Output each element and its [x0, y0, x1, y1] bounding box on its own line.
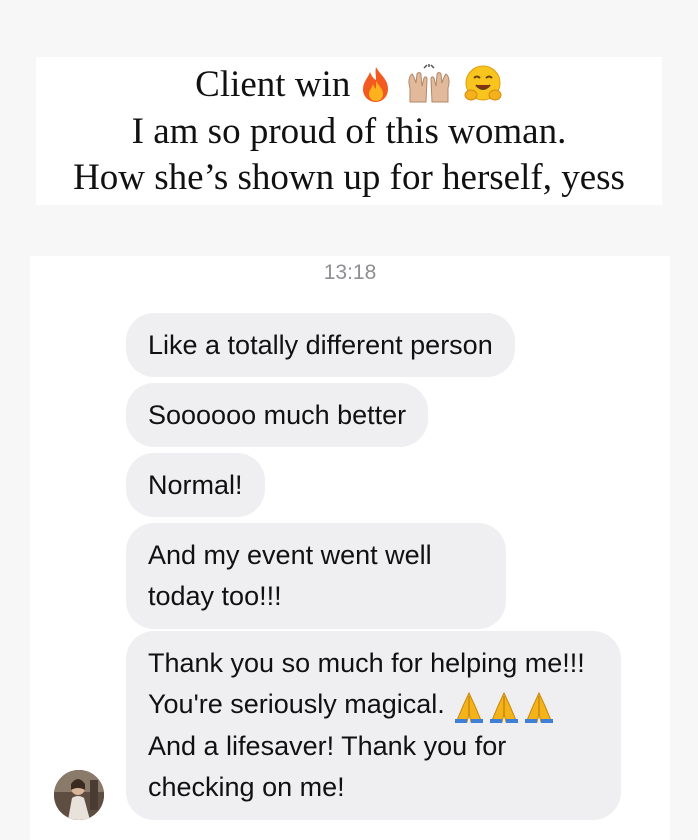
- fire-icon: [363, 67, 389, 103]
- caption-line-2: I am so proud of this woman.: [131, 111, 567, 152]
- caption-line-1: Client win: [36, 63, 662, 108]
- message-text-continued: And a lifesaver! Thank you for checking …: [148, 731, 507, 803]
- folded-hands-icon: [525, 692, 554, 724]
- raised-hands-icon: [408, 64, 450, 103]
- caption-line-3: How she’s shown up for herself, yess: [73, 157, 625, 198]
- folded-hands-emojis: [452, 685, 557, 726]
- message-bubble: Soooooo much better: [126, 383, 429, 447]
- caption-emojis: [358, 63, 503, 105]
- hugging-face-icon: [464, 65, 502, 101]
- folded-hands-icon: [455, 692, 484, 724]
- caption-title: Client win: [195, 64, 351, 105]
- sender-avatar[interactable]: [54, 770, 104, 820]
- message-bubble: Normal!: [126, 453, 265, 517]
- avatar-photo: [54, 770, 104, 820]
- message-timestamp: 13:18: [323, 261, 377, 284]
- message-bubble: Thank you so much for helping me!!! You'…: [126, 631, 621, 821]
- folded-hands-icon: [490, 692, 519, 724]
- story-caption-box: Client win I am so proud of this woman. …: [36, 57, 662, 205]
- message-bubble: And my event went well today too!!!: [126, 523, 506, 629]
- chat-screenshot: 13:18 Like a totally different person So…: [30, 256, 670, 840]
- message-bubble: Like a totally different person: [126, 313, 515, 377]
